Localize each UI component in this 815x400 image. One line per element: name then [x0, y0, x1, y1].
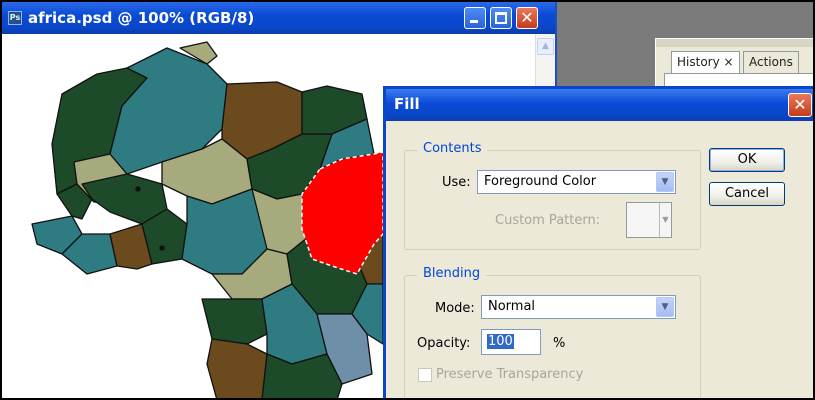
minimize-icon [470, 20, 478, 23]
mode-select[interactable]: Normal ▼ [481, 295, 676, 319]
mode-select-value: Normal [488, 299, 536, 314]
scroll-up-button[interactable]: ▲ [537, 38, 554, 55]
tab-actions[interactable]: Actions [743, 51, 799, 73]
document-title: africa.psd @ 100% (RGB/8) [28, 9, 255, 27]
document-title-bar[interactable]: Ps africa.psd @ 100% (RGB/8) ✕ [2, 2, 555, 34]
preserve-transparency-checkbox[interactable] [418, 368, 432, 382]
dialog-close-button[interactable]: ✕ [788, 93, 812, 117]
chevron-up-icon: ▲ [542, 41, 549, 51]
custom-pattern-label: Custom Pattern: [495, 213, 601, 228]
chevron-down-icon[interactable]: ▼ [656, 297, 674, 317]
blending-legend: Blending [417, 266, 487, 281]
preserve-transparency-label: Preserve Transparency [436, 367, 584, 382]
minimize-button[interactable] [464, 7, 486, 29]
maximize-icon [495, 12, 507, 24]
use-label: Use: [442, 175, 471, 190]
map-region [206, 338, 268, 398]
dialog-title: Fill [394, 95, 420, 113]
map-region [201, 298, 268, 345]
mode-label: Mode: [435, 301, 475, 316]
opacity-label: Opacity: [417, 336, 471, 351]
custom-pattern-picker[interactable]: ▼ [626, 202, 672, 238]
cancel-button[interactable]: Cancel [709, 182, 785, 206]
dialog-title-bar[interactable]: Fill ✕ [386, 89, 813, 121]
close-icon: ✕ [520, 8, 534, 27]
contents-legend: Contents [417, 141, 488, 156]
map-detail [159, 245, 165, 251]
map-region [261, 353, 343, 398]
use-select-value: Foreground Color [484, 174, 597, 189]
close-icon: ✕ [793, 95, 807, 114]
maximize-button[interactable] [490, 7, 512, 29]
map-detail [135, 186, 141, 192]
document-close-button[interactable]: ✕ [516, 7, 538, 29]
opacity-unit: % [553, 336, 566, 351]
panel-header-strip[interactable] [656, 39, 813, 47]
tab-history[interactable]: History × [671, 51, 740, 73]
use-select[interactable]: Foreground Color ▼ [477, 170, 676, 194]
photoshop-document-icon: Ps [8, 11, 22, 25]
opacity-input[interactable]: 100 [481, 329, 541, 355]
ok-button[interactable]: OK [709, 148, 785, 172]
chevron-down-icon[interactable]: ▼ [656, 172, 674, 192]
screen-frame: Ps africa.psd @ 100% (RGB/8) ✕ ▲ History… [0, 0, 815, 400]
chevron-down-icon[interactable]: ▼ [659, 203, 671, 237]
fill-dialog: Fill ✕ Contents Use: Foreground Color ▼ … [383, 86, 813, 398]
opacity-value: 100 [487, 334, 514, 349]
